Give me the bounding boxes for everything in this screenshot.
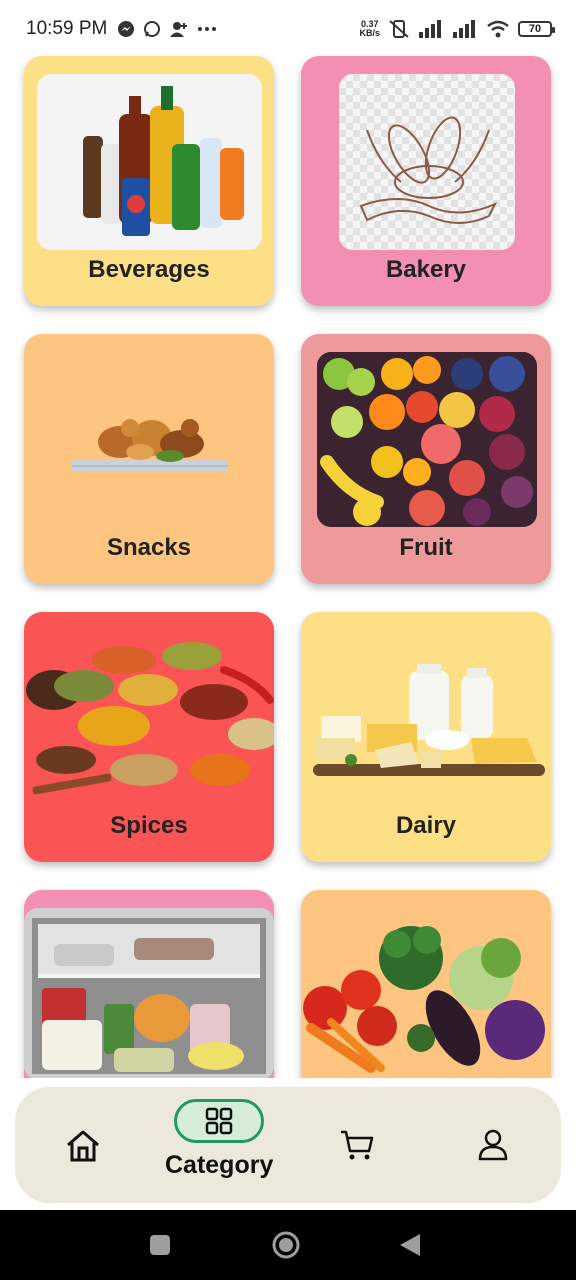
category-label: Snacks bbox=[106, 534, 192, 561]
vegetables-image bbox=[301, 918, 551, 1078]
profile-icon bbox=[478, 1129, 508, 1161]
nav-category-pill bbox=[174, 1099, 265, 1143]
beverages-image bbox=[37, 74, 262, 250]
nav-cart[interactable] bbox=[339, 1129, 375, 1161]
category-card-spices[interactable]: Spices bbox=[24, 612, 274, 862]
category-label: Fruit bbox=[399, 534, 453, 561]
category-card-fruit[interactable]: Fruit bbox=[301, 334, 551, 584]
category-card-bakery[interactable]: Bakery bbox=[301, 56, 551, 306]
category-card-snacks[interactable]: Snacks bbox=[24, 334, 274, 584]
category-label: Bakery bbox=[385, 256, 467, 283]
category-label: Dairy bbox=[395, 812, 457, 839]
back-icon[interactable] bbox=[398, 1232, 422, 1258]
network-speed-unit: KB/s bbox=[359, 28, 380, 38]
cart-icon bbox=[341, 1130, 374, 1160]
signal-icon bbox=[453, 20, 475, 38]
wifi-icon bbox=[487, 20, 509, 38]
vibrate-off-icon bbox=[389, 20, 409, 38]
category-grid[interactable]: Beverages Bakery Snacks Fruit Spices Dai… bbox=[0, 0, 576, 1078]
nav-category-label: Category bbox=[165, 1151, 274, 1179]
messenger-icon bbox=[118, 21, 135, 37]
dairy-image bbox=[311, 664, 547, 780]
category-card-beverages[interactable]: Beverages bbox=[24, 56, 274, 306]
category-label: Spices bbox=[110, 812, 188, 839]
battery-icon: 70 bbox=[518, 21, 555, 37]
nav-profile[interactable] bbox=[478, 1129, 508, 1161]
add-user-icon bbox=[170, 22, 188, 37]
category-card-frozen[interactable] bbox=[24, 890, 274, 1078]
category-label: Beverages bbox=[88, 256, 210, 283]
more-icon bbox=[198, 27, 217, 31]
bottom-navigation: Category bbox=[15, 1087, 561, 1203]
network-speed: 0.37 KB/s bbox=[359, 20, 380, 38]
category-card-dairy[interactable]: Dairy bbox=[301, 612, 551, 862]
system-navigation-bar bbox=[0, 1210, 576, 1280]
category-grid-icon bbox=[205, 1107, 233, 1135]
nav-home[interactable] bbox=[65, 1129, 101, 1163]
nav-category[interactable]: Category bbox=[165, 1099, 273, 1180]
whatsapp-icon bbox=[144, 21, 161, 37]
spices-image bbox=[24, 630, 274, 800]
bakery-image bbox=[339, 74, 515, 250]
snacks-image bbox=[70, 398, 230, 478]
status-time: 10:59 PM bbox=[26, 18, 108, 39]
home-circle-icon[interactable] bbox=[271, 1230, 301, 1260]
status-bar: 10:59 PM 0.37 KB/s 70 bbox=[0, 0, 576, 58]
recents-icon[interactable] bbox=[149, 1234, 171, 1256]
category-card-vegetables[interactable] bbox=[301, 890, 551, 1078]
home-icon bbox=[67, 1130, 99, 1162]
fruit-image bbox=[317, 352, 537, 527]
frozen-image bbox=[24, 908, 274, 1078]
signal-icon bbox=[419, 20, 441, 38]
battery-level: 70 bbox=[528, 23, 542, 35]
